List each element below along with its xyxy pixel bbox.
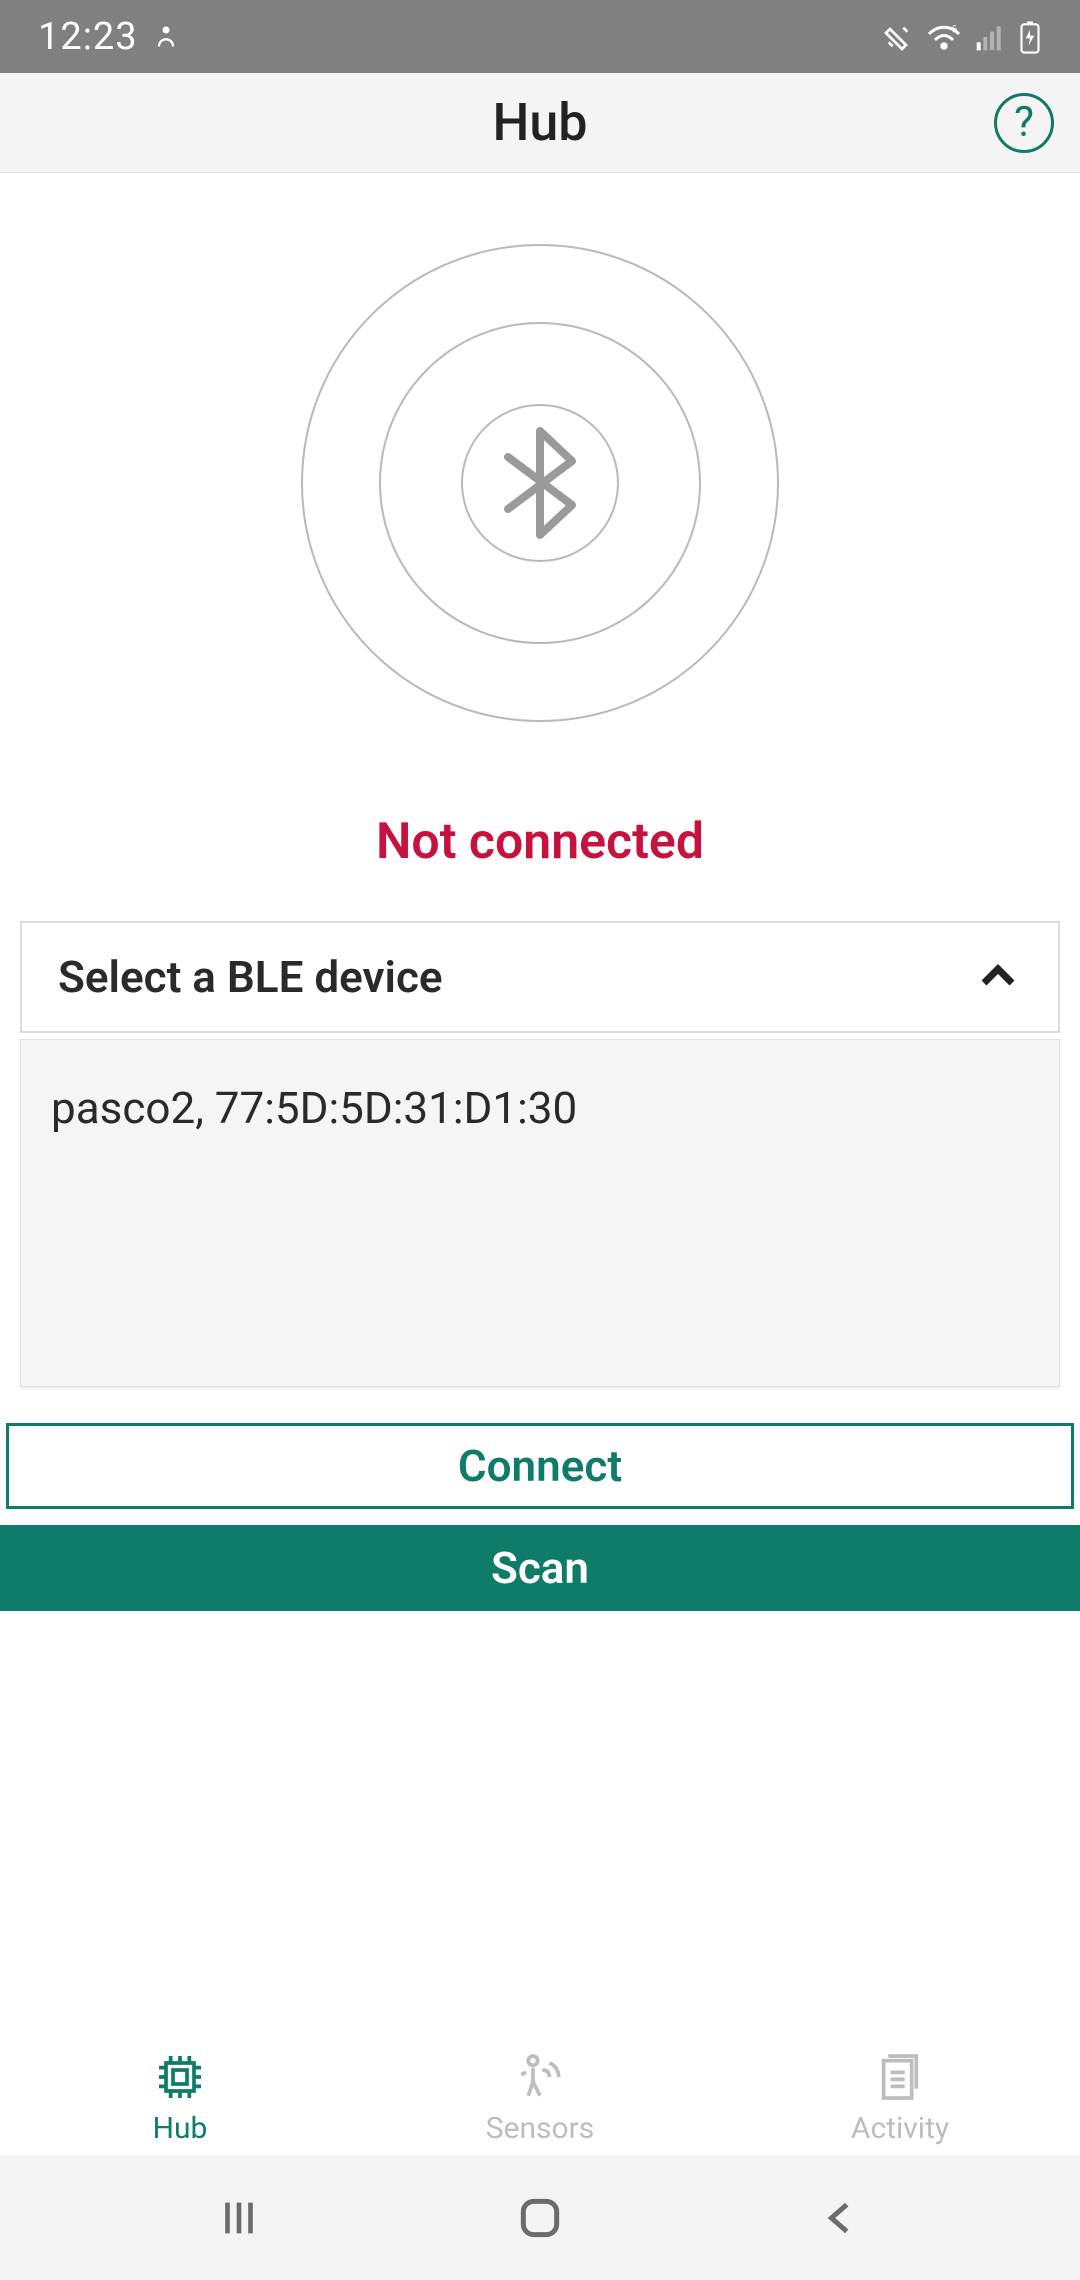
tab-activity[interactable]: Activity	[720, 2039, 1080, 2155]
selector-label: Select a BLE device	[58, 951, 443, 1003]
vibrate-silent-icon	[882, 21, 914, 53]
status-time: 12:23	[38, 15, 138, 59]
connection-status: Not connected	[376, 813, 704, 871]
nav-home-icon[interactable]	[515, 2193, 565, 2243]
page-title: Hub	[492, 92, 587, 153]
status-bar-left: 12:23	[38, 15, 180, 59]
ble-device-selector[interactable]: Select a BLE device	[20, 921, 1060, 1033]
app-indicator-icon	[152, 23, 180, 51]
device-list-item[interactable]: pasco2, 77:5D:5D:31:D1:30	[51, 1082, 1029, 1134]
chevron-up-icon	[974, 953, 1022, 1001]
tab-hub[interactable]: Hub	[0, 2039, 360, 2155]
connect-button-label: Connect	[458, 1440, 622, 1492]
document-icon	[872, 2049, 928, 2105]
bottom-tab-bar: Hub Sensors Activity	[0, 2039, 1080, 2155]
tab-sensors-label: Sensors	[486, 2111, 595, 2146]
wifi-icon: 6	[926, 21, 962, 53]
system-nav-bar	[0, 2155, 1080, 2280]
nav-back-icon[interactable]	[818, 2195, 864, 2241]
svg-text:6: 6	[952, 22, 958, 35]
tab-hub-label: Hub	[153, 2111, 208, 2146]
tab-activity-label: Activity	[851, 2111, 949, 2146]
battery-charging-icon	[1018, 20, 1042, 54]
nav-recent-icon[interactable]	[216, 2195, 262, 2241]
main-content: Not connected Select a BLE device pasco2…	[0, 173, 1080, 1611]
button-area: Connect Scan	[0, 1423, 1080, 1611]
question-mark-icon: ?	[1014, 98, 1034, 147]
cellular-signal-icon	[974, 21, 1006, 53]
scan-button[interactable]: Scan	[0, 1525, 1080, 1611]
tab-sensors[interactable]: Sensors	[360, 2039, 720, 2155]
chip-icon	[152, 2049, 208, 2105]
status-bar-right: 6	[882, 20, 1042, 54]
bluetooth-scan-icon	[300, 243, 780, 723]
app-bar: Hub ?	[0, 73, 1080, 173]
status-bar: 12:23 6	[0, 0, 1080, 73]
scan-button-label: Scan	[491, 1542, 589, 1594]
connect-button[interactable]: Connect	[6, 1423, 1074, 1509]
sensor-person-icon	[512, 2049, 568, 2105]
device-list: pasco2, 77:5D:5D:31:D1:30	[20, 1039, 1060, 1387]
help-button[interactable]: ?	[994, 93, 1054, 153]
